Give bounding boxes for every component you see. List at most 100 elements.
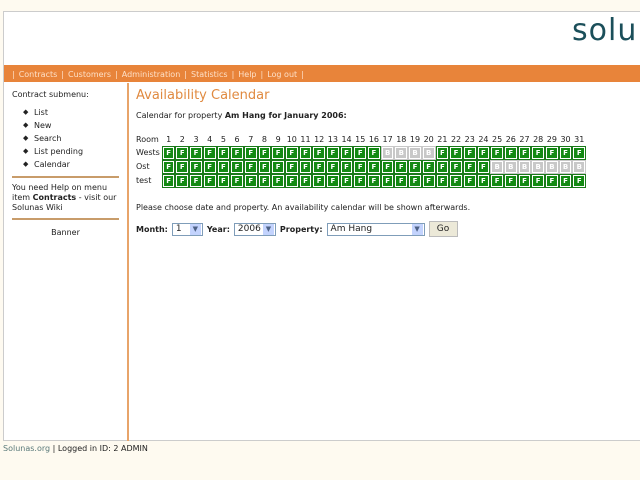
free-day-cell[interactable]: F — [353, 146, 368, 160]
submenu-item-list[interactable]: List — [23, 106, 127, 119]
free-day-cell[interactable]: F — [257, 160, 272, 174]
free-day-cell[interactable]: F — [243, 146, 258, 160]
free-day-cell[interactable]: F — [462, 160, 477, 174]
free-day-cell[interactable]: F — [216, 160, 231, 174]
free-day-cell[interactable]: F — [175, 146, 190, 160]
free-day-cell[interactable]: F — [312, 174, 327, 188]
free-day-cell[interactable]: F — [449, 146, 463, 160]
free-day-cell[interactable]: F — [326, 174, 340, 188]
free-day-cell[interactable]: F — [161, 174, 176, 188]
free-day-cell[interactable]: F — [189, 174, 203, 188]
free-day-cell[interactable]: F — [531, 146, 546, 160]
free-day-cell[interactable]: F — [326, 160, 340, 174]
free-day-cell[interactable]: F — [462, 146, 477, 160]
free-day-cell[interactable]: F — [435, 160, 450, 174]
free-day-cell[interactable]: F — [230, 174, 244, 188]
free-day-cell[interactable]: F — [202, 174, 217, 188]
free-day-cell[interactable]: F — [435, 146, 450, 160]
solunas-link[interactable]: Solunas.org — [3, 444, 50, 453]
free-day-cell[interactable]: F — [490, 146, 504, 160]
free-day-cell[interactable]: F — [545, 146, 559, 160]
booked-day-cell[interactable]: B — [503, 160, 518, 174]
free-day-cell[interactable]: F — [490, 174, 504, 188]
booked-day-cell[interactable]: B — [558, 160, 573, 174]
free-day-cell[interactable]: F — [545, 174, 559, 188]
nav-customers[interactable]: Customers — [68, 70, 111, 79]
free-day-cell[interactable]: F — [435, 174, 450, 188]
submenu-item-list-pending[interactable]: List pending — [23, 145, 127, 158]
free-day-cell[interactable]: F — [230, 160, 244, 174]
free-day-cell[interactable]: F — [243, 160, 258, 174]
free-day-cell[interactable]: F — [284, 160, 299, 174]
free-day-cell[interactable]: F — [298, 160, 313, 174]
free-day-cell[interactable]: F — [284, 174, 299, 188]
free-day-cell[interactable]: F — [476, 146, 491, 160]
free-day-cell[interactable]: F — [394, 174, 409, 188]
nav-help[interactable]: Help — [238, 70, 256, 79]
free-day-cell[interactable]: F — [558, 174, 573, 188]
free-day-cell[interactable]: F — [476, 174, 491, 188]
free-day-cell[interactable]: F — [339, 174, 354, 188]
free-day-cell[interactable]: F — [230, 146, 244, 160]
free-day-cell[interactable]: F — [202, 146, 217, 160]
booked-day-cell[interactable]: B — [421, 146, 436, 160]
free-day-cell[interactable]: F — [408, 174, 422, 188]
free-day-cell[interactable]: F — [476, 160, 491, 174]
free-day-cell[interactable]: F — [462, 174, 477, 188]
nav-log-out[interactable]: Log out — [267, 70, 297, 79]
free-day-cell[interactable]: F — [380, 174, 395, 188]
free-day-cell[interactable]: F — [189, 146, 203, 160]
free-day-cell[interactable]: F — [394, 160, 409, 174]
free-day-cell[interactable]: F — [161, 146, 176, 160]
free-day-cell[interactable]: F — [284, 146, 299, 160]
free-day-cell[interactable]: F — [161, 160, 176, 174]
free-day-cell[interactable]: F — [216, 146, 231, 160]
free-day-cell[interactable]: F — [517, 174, 532, 188]
free-day-cell[interactable]: F — [271, 146, 285, 160]
free-day-cell[interactable]: F — [367, 174, 381, 188]
free-day-cell[interactable]: F — [216, 174, 231, 188]
nav-administration[interactable]: Administration — [122, 70, 181, 79]
booked-day-cell[interactable]: B — [394, 146, 409, 160]
go-button[interactable]: Go — [428, 221, 458, 237]
booked-day-cell[interactable]: B — [517, 160, 532, 174]
free-day-cell[interactable]: F — [408, 160, 422, 174]
free-day-cell[interactable]: F — [271, 174, 285, 188]
booked-day-cell[interactable]: B — [408, 146, 422, 160]
booked-day-cell[interactable]: B — [490, 160, 504, 174]
free-day-cell[interactable]: F — [367, 146, 381, 160]
submenu-item-new[interactable]: New — [23, 119, 127, 132]
free-day-cell[interactable]: F — [298, 146, 313, 160]
free-day-cell[interactable]: F — [339, 146, 354, 160]
free-day-cell[interactable]: F — [449, 174, 463, 188]
free-day-cell[interactable]: F — [353, 174, 368, 188]
free-day-cell[interactable]: F — [175, 174, 190, 188]
year-select[interactable]: 2006 ▼ — [233, 222, 276, 236]
booked-day-cell[interactable]: B — [531, 160, 546, 174]
free-day-cell[interactable]: F — [175, 160, 190, 174]
free-day-cell[interactable]: F — [503, 146, 518, 160]
free-day-cell[interactable]: F — [312, 146, 327, 160]
free-day-cell[interactable]: F — [326, 146, 340, 160]
free-day-cell[interactable]: F — [189, 160, 203, 174]
free-day-cell[interactable]: F — [298, 174, 313, 188]
free-day-cell[interactable]: F — [572, 174, 587, 188]
free-day-cell[interactable]: F — [572, 146, 587, 160]
booked-day-cell[interactable]: B — [572, 160, 587, 174]
free-day-cell[interactable]: F — [503, 174, 518, 188]
free-day-cell[interactable]: F — [421, 160, 436, 174]
free-day-cell[interactable]: F — [312, 160, 327, 174]
nav-statistics[interactable]: Statistics — [191, 70, 228, 79]
free-day-cell[interactable]: F — [339, 160, 354, 174]
submenu-item-calendar[interactable]: Calendar — [23, 158, 127, 171]
free-day-cell[interactable]: F — [380, 160, 395, 174]
free-day-cell[interactable]: F — [257, 174, 272, 188]
free-day-cell[interactable]: F — [421, 174, 436, 188]
property-select[interactable]: Am Hang ▼ — [326, 222, 425, 236]
free-day-cell[interactable]: F — [558, 146, 573, 160]
free-day-cell[interactable]: F — [367, 160, 381, 174]
free-day-cell[interactable]: F — [202, 160, 217, 174]
submenu-item-search[interactable]: Search — [23, 132, 127, 145]
nav-contracts[interactable]: Contracts — [19, 70, 58, 79]
free-day-cell[interactable]: F — [257, 146, 272, 160]
